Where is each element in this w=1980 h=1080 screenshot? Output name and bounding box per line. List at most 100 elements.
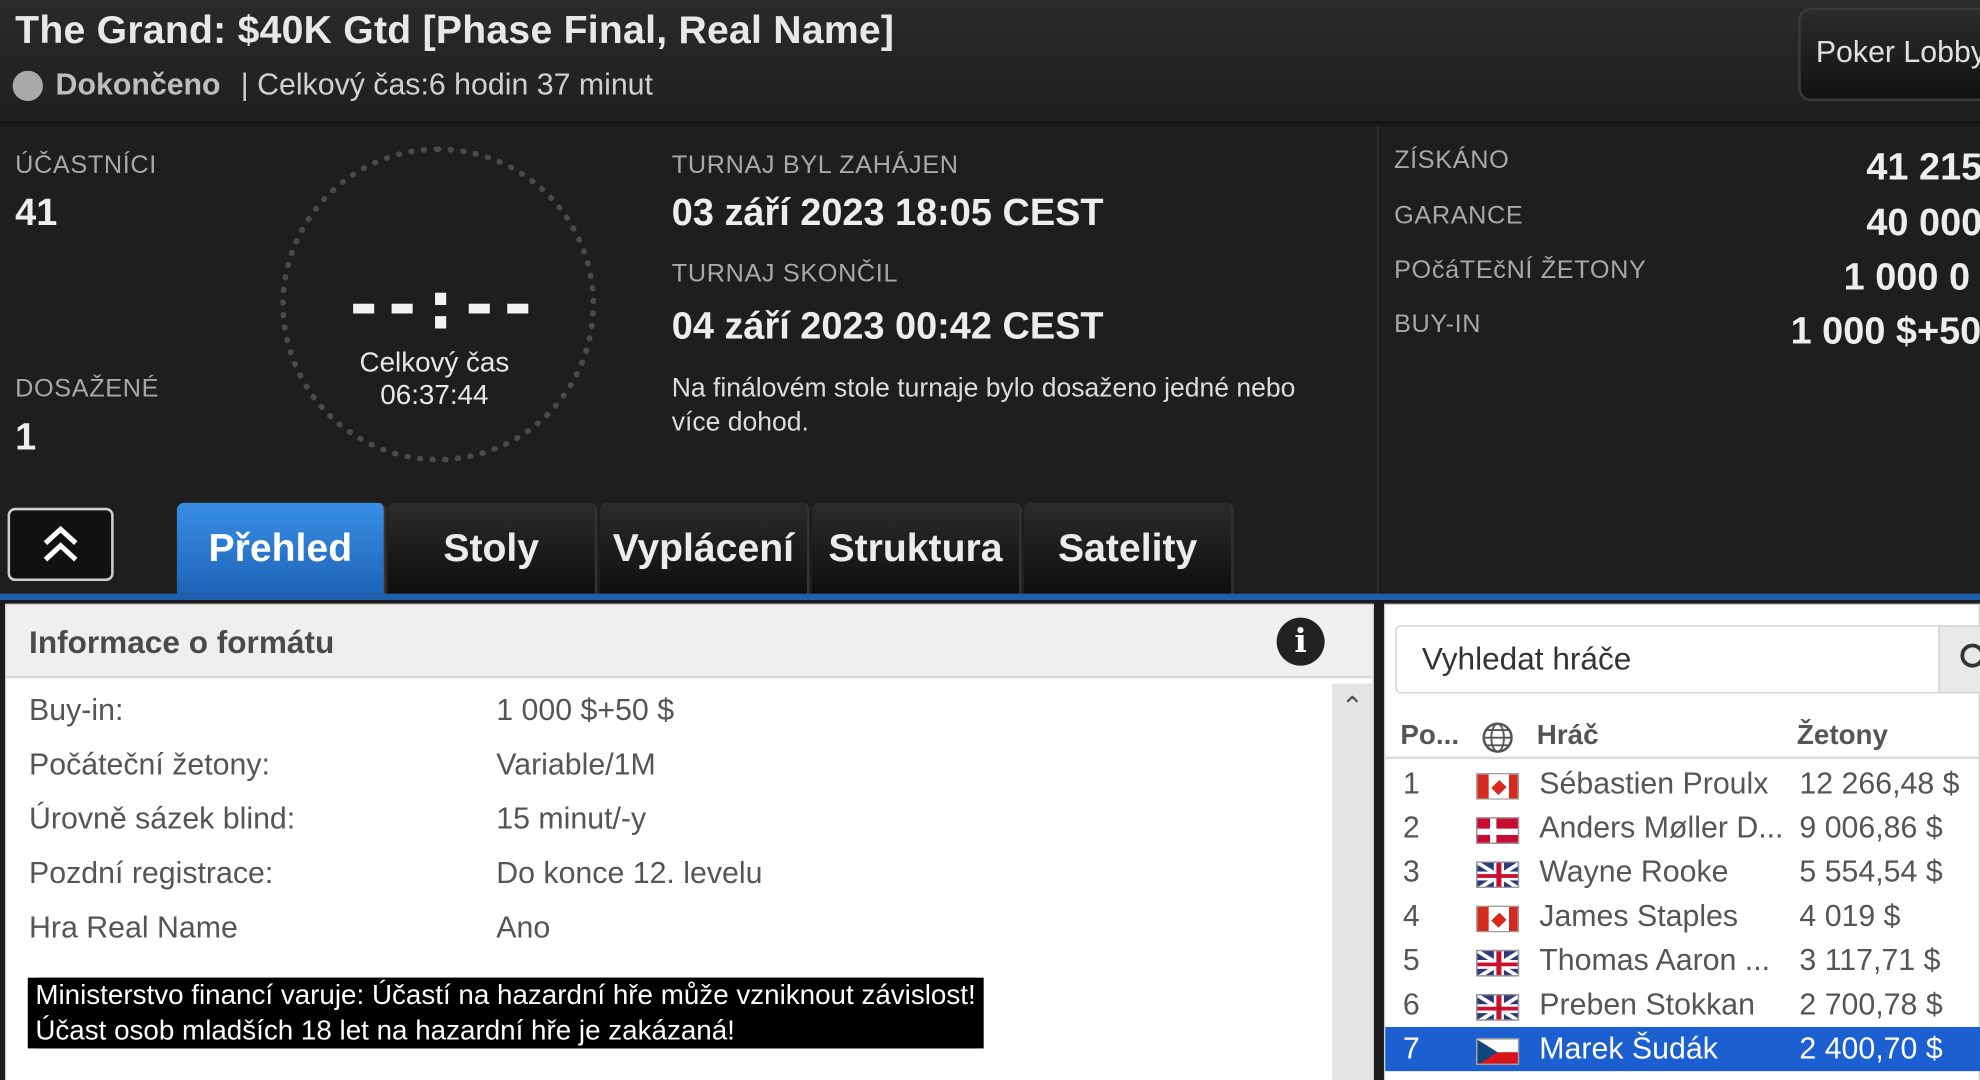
clock-total-time: 06:37:44: [380, 378, 489, 411]
tournament-title: The Grand: $40K Gtd [Phase Final, Real N…: [15, 7, 895, 52]
player-name: Preben Stokkan: [1539, 987, 1755, 1022]
player-name: Marek Šudák: [1539, 1032, 1718, 1067]
player-pos: 5: [1402, 943, 1420, 978]
tab-overview[interactable]: Přehled: [176, 502, 387, 594]
reached-value: 1: [15, 416, 37, 459]
player-name: Anders Møller D...: [1539, 810, 1784, 846]
format-scrollbar[interactable]: [1332, 683, 1373, 1080]
gambling-warning: Ministerstvo financí varuje: Účastí na h…: [27, 977, 984, 1049]
starting-chips-label: POčáTEčNÍ ŽETONY: [1394, 256, 1647, 285]
won-value: 41 215: [1866, 146, 1980, 189]
flag-gb-icon: [1476, 861, 1520, 888]
won-label: ZÍSKÁNO: [1394, 146, 1510, 175]
flag-ca-icon: [1476, 773, 1520, 800]
header: The Grand: $40K Gtd [Phase Final, Real N…: [0, 0, 1980, 124]
started-value: 03 září 2023 18:05 CEST: [671, 192, 1104, 234]
reached-label: DOSAŽENÉ: [15, 375, 160, 403]
warning-line-1: Ministerstvo financí varuje: Účastí na h…: [35, 977, 976, 1014]
tab-structure[interactable]: Struktura: [811, 502, 1022, 594]
player-pos: 4: [1402, 899, 1420, 934]
player-chips: 4 019 $: [1799, 899, 1901, 934]
format-row-label: Úrovně sázek blind:: [29, 802, 296, 837]
header-divider: [1385, 756, 1980, 760]
player-chips: 9 006,86 $: [1799, 810, 1943, 846]
tab-tables[interactable]: Stoly: [387, 502, 598, 594]
total-time-text: | Celkový čas:6 hodin 37 minut: [240, 68, 653, 103]
collapse-button[interactable]: [7, 507, 114, 582]
player-pos: 6: [1402, 987, 1420, 1022]
info-icon[interactable]: i: [1276, 617, 1325, 666]
player-name: James Staples: [1539, 899, 1739, 934]
format-header: Informace o formátu i: [6, 605, 1373, 679]
deal-note: Na finálovém stole turnaje bylo dosaženo…: [671, 373, 1296, 438]
status-label: Dokončeno: [55, 68, 221, 103]
format-row-label: Hra Real Name: [29, 910, 238, 945]
player-row[interactable]: 2 Anders Møller D... 9 006,86 $: [1385, 806, 1980, 850]
player-pos: 2: [1402, 810, 1420, 846]
player-pos: 7: [1402, 1032, 1420, 1067]
flag-gb-icon: [1476, 949, 1520, 977]
ended-label: TURNAJ SKONčIL: [671, 260, 899, 288]
player-row[interactable]: 5 Thomas Aaron ... 3 117,71 $: [1385, 939, 1980, 983]
player-row[interactable]: 4 James Staples 4 019 $: [1385, 894, 1980, 938]
player-chips: 5 554,54 $: [1799, 855, 1943, 890]
col-position[interactable]: Po...: [1400, 719, 1459, 752]
globe-icon[interactable]: [1481, 721, 1514, 754]
player-search-input[interactable]: Vyhledat hráče: [1395, 625, 1951, 694]
poker-lobby-button[interactable]: Poker Lobby: [1798, 7, 1980, 102]
format-row-label: Počáteční žetony:: [29, 747, 270, 782]
player-chips: 3 117,71 $: [1799, 943, 1941, 978]
player-chips: 2 400,70 $: [1799, 1032, 1943, 1067]
format-row-label: Buy-in:: [29, 693, 124, 728]
guarantee-value: 40 000: [1866, 202, 1980, 244]
double-chevron-up-icon: [43, 525, 78, 562]
format-row-value: 1 000 $+50 $: [496, 693, 675, 728]
format-row-value: Do konce 12. levelu: [496, 856, 763, 891]
player-row-selected[interactable]: 7 Marek Šudák 2 400,70 $: [1385, 1026, 1980, 1072]
col-player[interactable]: Hráč: [1537, 719, 1599, 752]
tab-underline: [0, 593, 1980, 600]
tab-payouts[interactable]: Vyplácení: [599, 502, 810, 594]
player-pos: 3: [1402, 855, 1420, 890]
flag-gb-icon: [1476, 994, 1520, 1021]
status-dot-icon: [12, 70, 43, 102]
player-pos: 1: [1402, 766, 1420, 801]
buyin-label: BUY-IN: [1394, 310, 1482, 339]
starting-chips-value: 1 000 0: [1843, 256, 1971, 299]
clock-label: Celkový čas: [359, 346, 510, 378]
flag-ca-icon: [1476, 905, 1520, 933]
format-row-label: Pozdní registrace:: [29, 856, 274, 891]
started-label: TURNAJ BYL ZAHáJEN: [671, 151, 959, 180]
guarantee-label: GARANCE: [1394, 202, 1524, 230]
warning-line-2: Účast osob mladších 18 let na hazardní h…: [35, 1013, 976, 1049]
prize-info-panel: [1376, 126, 1980, 597]
buyin-value: 1 000 $+50: [1790, 310, 1980, 353]
search-icon: [1960, 643, 1980, 668]
tab-satellites[interactable]: Satelity: [1024, 502, 1234, 594]
scroll-up-chevron-icon[interactable]: ⌃: [1332, 686, 1372, 729]
flag-dk-icon: [1476, 817, 1520, 844]
flag-cz-icon: [1476, 1038, 1520, 1065]
participants-label: ÚČASTNÍCI: [15, 151, 157, 180]
player-name: Wayne Rooke: [1539, 855, 1729, 890]
player-chips: 12 266,48 $: [1799, 766, 1960, 801]
format-row-value: Variable/1M: [496, 747, 656, 782]
clock-digits: --:--: [343, 265, 538, 345]
player-name: Thomas Aaron ...: [1539, 943, 1771, 978]
ended-value: 04 září 2023 00:42 CEST: [671, 305, 1104, 348]
status-row: Dokončeno | Celkový čas:6 hodin 37 minut: [12, 68, 653, 103]
player-row[interactable]: 1 Sébastien Proulx 12 266,48 $: [1385, 762, 1980, 806]
format-row-value: Ano: [496, 910, 551, 945]
participants-value: 41: [15, 192, 58, 234]
players-panel: Vyhledat hráče Po... Hráč Žetony 1 Sébas…: [1383, 603, 1980, 1080]
col-chips[interactable]: Žetony: [1797, 719, 1888, 752]
tournament-lobby-window: The Grand: $40K Gtd [Phase Final, Real N…: [0, 0, 1980, 1080]
player-row[interactable]: 3 Wayne Rooke 5 554,54 $: [1385, 850, 1980, 894]
format-row-value: 15 minut/-y: [496, 802, 647, 837]
player-row[interactable]: 6 Preben Stokkan 2 700,78 $: [1385, 983, 1980, 1027]
format-title: Informace o formátu: [29, 625, 335, 661]
search-placeholder: Vyhledat hráče: [1421, 641, 1632, 678]
player-name: Sébastien Proulx: [1539, 766, 1769, 801]
search-button[interactable]: [1938, 625, 1980, 694]
player-chips: 2 700,78 $: [1799, 987, 1943, 1022]
